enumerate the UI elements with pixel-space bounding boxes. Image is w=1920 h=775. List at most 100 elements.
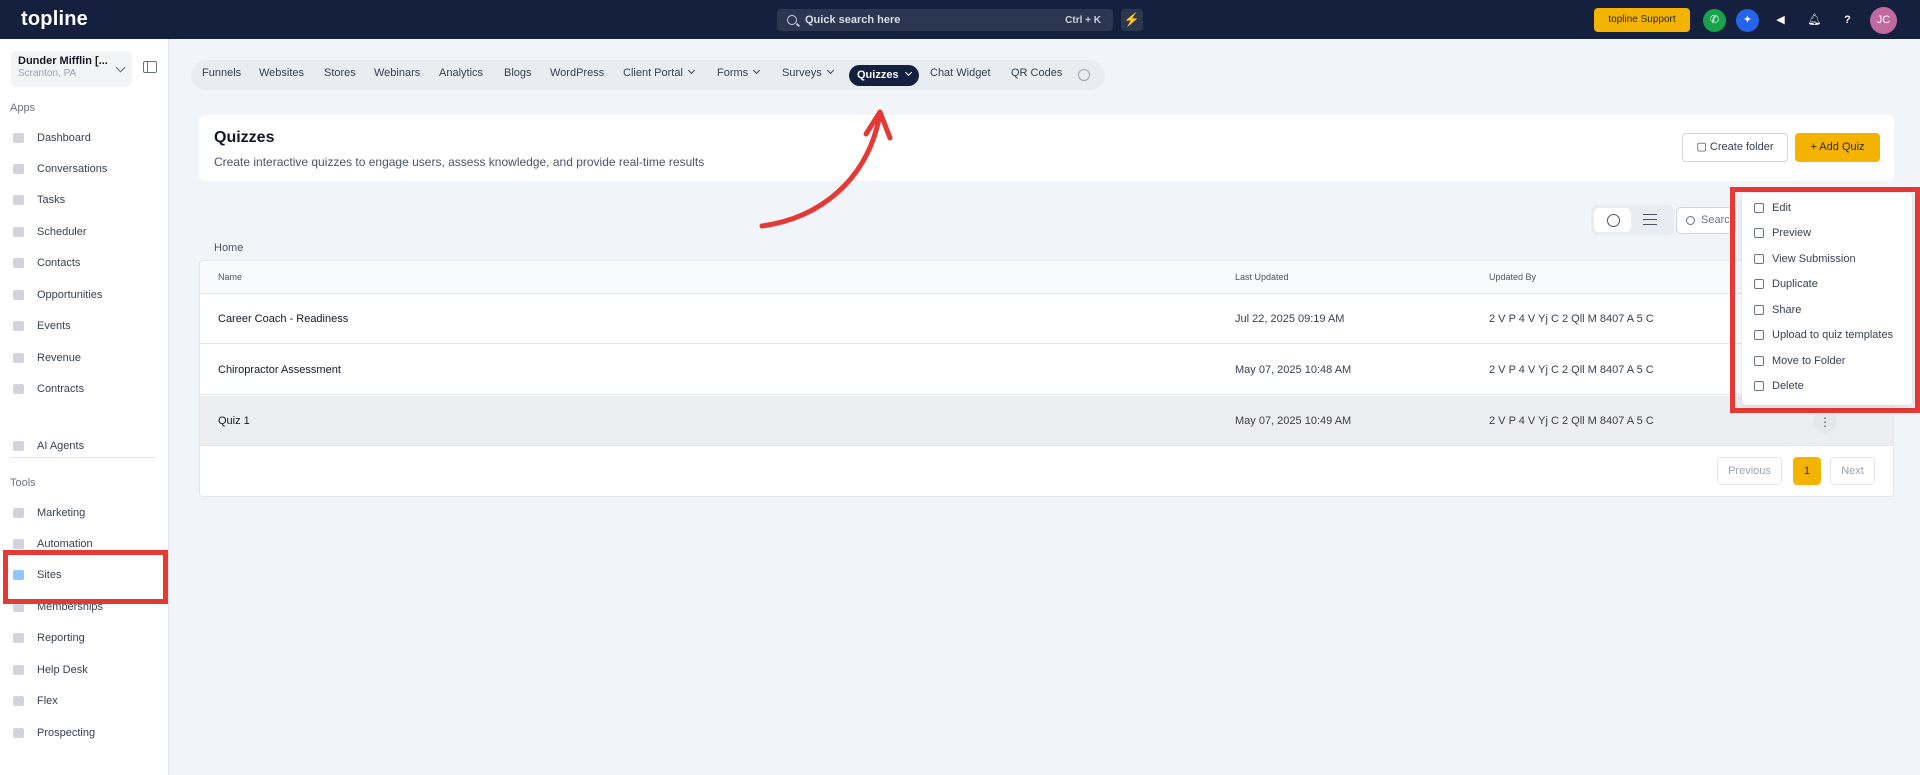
sidebar-divider [10, 457, 156, 458]
tab-label: Surveys [782, 67, 822, 79]
sidebar-item-contacts[interactable]: Contacts [13, 253, 80, 273]
tab-webinars[interactable]: Webinars [374, 67, 420, 79]
column-name[interactable]: Name [218, 272, 242, 282]
sidebar-item-prospecting[interactable]: Prospecting [13, 723, 95, 743]
sidebar-item-reporting[interactable]: Reporting [13, 628, 85, 648]
user-avatar[interactable]: JC [1870, 7, 1897, 34]
column-last-updated[interactable]: Last Updated [1235, 272, 1289, 282]
last-updated: May 07, 2025 10:49 AM [1235, 415, 1352, 427]
quiz-name[interactable]: Career Coach - Readiness [218, 313, 348, 325]
table-row[interactable]: Career Coach - Readiness Jul 22, 2025 09… [200, 294, 1893, 344]
sidebar-item-tasks[interactable]: Tasks [13, 190, 65, 210]
contracts-icon [13, 384, 24, 394]
support-button[interactable]: topline Support [1594, 8, 1690, 32]
tab-label: Quizzes [857, 69, 899, 81]
search-icon [787, 15, 797, 25]
sidebar-item-dashboard[interactable]: Dashboard [13, 128, 91, 148]
sidebar-item-events[interactable]: Events [13, 316, 71, 336]
help-icon[interactable]: ? [1836, 9, 1859, 32]
gear-icon[interactable] [1078, 69, 1090, 81]
megaphone-icon[interactable]: ◀ [1769, 9, 1792, 32]
menu-item-share[interactable]: Share [1754, 300, 1801, 320]
sidebar-item-opportunities[interactable]: Opportunities [13, 285, 102, 305]
tab-wordpress[interactable]: WordPress [550, 67, 604, 79]
sidebar-item-contracts[interactable]: Contracts [13, 379, 84, 399]
chevron-down-icon [826, 66, 834, 75]
sidebar-item-label: Flex [37, 695, 58, 707]
sidebar-item-flex[interactable]: Flex [13, 691, 58, 711]
menu-item-upload-templates[interactable]: Upload to quiz templates [1754, 325, 1893, 345]
menu-item-move-to-folder[interactable]: Move to Folder [1754, 351, 1845, 371]
quick-action-bolt-icon[interactable]: ⚡ [1121, 9, 1143, 31]
column-updated-by[interactable]: Updated By [1489, 272, 1536, 282]
quiz-name[interactable]: Chiropractor Assessment [218, 364, 341, 376]
menu-item-label: Duplicate [1772, 278, 1818, 290]
collapse-sidebar-icon[interactable] [143, 61, 157, 73]
sidebar-item-label: Automation [37, 538, 93, 550]
move-icon [1754, 356, 1764, 366]
sidebar-item-marketing[interactable]: Marketing [13, 503, 85, 523]
previous-page-button[interactable]: Previous [1717, 457, 1782, 485]
sidebar-item-help-desk[interactable]: Help Desk [13, 660, 88, 680]
tab-quizzes[interactable]: Quizzes [849, 65, 919, 86]
quiz-search-input[interactable]: Search [1676, 207, 1736, 234]
tab-forms[interactable]: Forms [717, 66, 761, 79]
add-quiz-button[interactable]: + Add Quiz [1795, 133, 1880, 162]
updated-by: 2 V P 4 V Yj C 2 Qll M 8407 A 5 C [1489, 364, 1654, 376]
tab-chat-widget[interactable]: Chat Widget [930, 67, 991, 79]
sidebar: Dunder Mifflin [... Scranton, PA Apps Da… [0, 39, 169, 775]
tab-funnels[interactable]: Funnels [202, 67, 241, 79]
tab-analytics[interactable]: Analytics [439, 67, 483, 79]
sidebar-item-label: Opportunities [37, 289, 103, 301]
sparkle-icon[interactable]: ✦ [1736, 9, 1759, 32]
tab-stores[interactable]: Stores [324, 67, 356, 79]
menu-item-preview[interactable]: Preview [1754, 223, 1811, 243]
chevron-down-icon [753, 66, 761, 75]
page-number-button[interactable]: 1 [1793, 457, 1821, 485]
sidebar-item-label: Help Desk [37, 664, 88, 676]
global-search[interactable]: Quick search here Ctrl + K [777, 9, 1113, 31]
sidebar-item-label: Conversations [37, 163, 108, 175]
table-row[interactable]: Chiropractor Assessment May 07, 2025 10:… [200, 345, 1893, 395]
more-options-icon[interactable]: ⋮ [1813, 410, 1837, 434]
sidebar-item-conversations[interactable]: Conversations [13, 159, 107, 179]
megaphone-icon [13, 508, 24, 518]
tab-label: Client Portal [623, 67, 683, 79]
table-row[interactable]: Quiz 1 May 07, 2025 10:49 AM 2 V P 4 V Y… [200, 396, 1893, 446]
sidebar-item-ai-agents[interactable]: AI Agents [13, 436, 84, 456]
bell-icon[interactable]: 🔔︎ [1803, 9, 1826, 32]
app-logo[interactable]: topline [21, 8, 88, 31]
tab-qr-codes[interactable]: QR Codes [1011, 67, 1062, 79]
tab-blogs[interactable]: Blogs [504, 67, 532, 79]
tab-client-portal[interactable]: Client Portal [623, 66, 695, 79]
breadcrumb[interactable]: Home [214, 242, 243, 254]
top-bar: topline Quick search here Ctrl + K ⚡ top… [0, 0, 1920, 39]
menu-item-duplicate[interactable]: Duplicate [1754, 274, 1818, 294]
menu-item-view-submission[interactable]: View Submission [1754, 249, 1856, 269]
events-icon [13, 321, 24, 331]
create-folder-button[interactable]: ▢ Create folder [1682, 133, 1788, 162]
share-icon [1754, 305, 1764, 315]
automation-icon [13, 539, 24, 549]
sites-highlight-annotation [3, 550, 168, 604]
chevron-down-icon [687, 66, 695, 75]
account-name: Dunder Mifflin [... [18, 55, 108, 67]
list-view-icon[interactable] [1643, 214, 1657, 225]
menu-item-label: Edit [1772, 202, 1791, 214]
trash-icon [1754, 381, 1764, 391]
tab-websites[interactable]: Websites [259, 67, 304, 79]
dashboard-icon [13, 133, 24, 143]
tab-surveys[interactable]: Surveys [782, 66, 834, 79]
menu-item-edit[interactable]: Edit [1754, 198, 1791, 218]
menu-item-label: Preview [1772, 227, 1812, 239]
account-switcher[interactable]: Dunder Mifflin [... Scranton, PA [11, 51, 132, 87]
phone-icon[interactable]: ✆ [1703, 9, 1726, 32]
sidebar-item-revenue[interactable]: Revenue [13, 348, 81, 368]
view-toggle-group [1591, 205, 1674, 235]
sidebar-item-scheduler[interactable]: Scheduler [13, 222, 87, 242]
clock-icon[interactable] [1594, 208, 1631, 232]
quiz-name[interactable]: Quiz 1 [218, 415, 250, 427]
next-page-button[interactable]: Next [1830, 457, 1875, 485]
menu-item-delete[interactable]: Delete [1754, 376, 1804, 396]
opportunities-icon [13, 290, 24, 300]
